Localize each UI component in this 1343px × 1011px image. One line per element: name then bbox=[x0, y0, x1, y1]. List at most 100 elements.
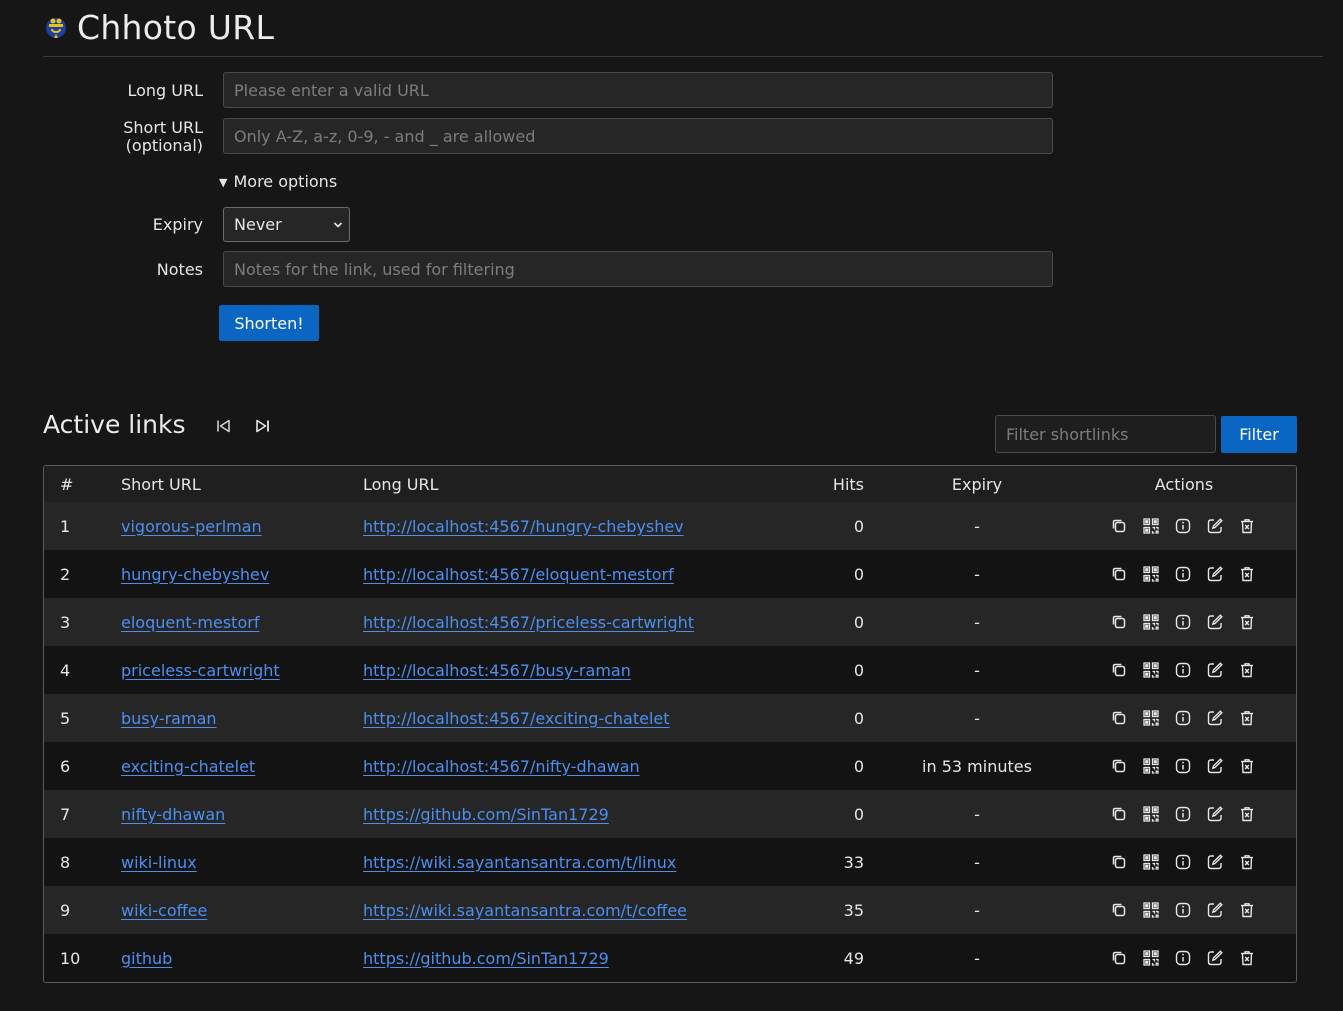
short-url-cell: priceless-cartwright bbox=[121, 646, 280, 694]
long-url-link[interactable]: https://github.com/SinTan1729 bbox=[363, 949, 609, 968]
copy-icon[interactable] bbox=[1110, 661, 1128, 679]
long-url-link[interactable]: http://localhost:4567/busy-raman bbox=[363, 661, 631, 680]
long-url-cell: http://localhost:4567/priceless-cartwrig… bbox=[363, 598, 694, 646]
short-url-cell: eloquent-mestorf bbox=[121, 598, 259, 646]
delete-icon[interactable] bbox=[1238, 709, 1256, 727]
col-header-short-url: Short URL bbox=[121, 474, 201, 494]
copy-icon[interactable] bbox=[1110, 613, 1128, 631]
filter-input[interactable] bbox=[995, 415, 1216, 453]
copy-icon[interactable] bbox=[1110, 517, 1128, 535]
edit-icon[interactable] bbox=[1206, 661, 1224, 679]
info-icon[interactable] bbox=[1174, 565, 1192, 583]
copy-icon[interactable] bbox=[1110, 805, 1128, 823]
info-icon[interactable] bbox=[1174, 709, 1192, 727]
short-url-cell: github bbox=[121, 934, 172, 982]
edit-icon[interactable] bbox=[1206, 709, 1224, 727]
short-url-link[interactable]: wiki-coffee bbox=[121, 901, 207, 920]
qr-code-icon[interactable] bbox=[1142, 901, 1160, 919]
long-url-link[interactable]: https://wiki.sayantansantra.com/t/linux bbox=[363, 853, 676, 872]
edit-icon[interactable] bbox=[1206, 613, 1224, 631]
short-url-link[interactable]: eloquent-mestorf bbox=[121, 613, 259, 632]
long-url-input[interactable] bbox=[223, 72, 1053, 108]
short-url-link[interactable]: busy-raman bbox=[121, 709, 217, 728]
edit-icon[interactable] bbox=[1206, 949, 1224, 967]
edit-icon[interactable] bbox=[1206, 901, 1224, 919]
long-url-link[interactable]: https://wiki.sayantansantra.com/t/coffee bbox=[363, 901, 687, 920]
qr-code-icon[interactable] bbox=[1142, 565, 1160, 583]
next-page-icon[interactable] bbox=[254, 417, 272, 435]
row-number: 9 bbox=[60, 900, 71, 920]
info-icon[interactable] bbox=[1174, 805, 1192, 823]
long-url-link[interactable]: http://localhost:4567/exciting-chatelet bbox=[363, 709, 670, 728]
notes-input[interactable] bbox=[223, 251, 1053, 287]
copy-icon[interactable] bbox=[1110, 565, 1128, 583]
previous-page-icon[interactable] bbox=[215, 417, 233, 435]
long-url-link[interactable]: http://localhost:4567/nifty-dhawan bbox=[363, 757, 640, 776]
delete-icon[interactable] bbox=[1238, 757, 1256, 775]
long-url-link[interactable]: http://localhost:4567/hungry-chebyshev bbox=[363, 517, 684, 536]
edit-icon[interactable] bbox=[1206, 517, 1224, 535]
edit-icon[interactable] bbox=[1206, 565, 1224, 583]
long-url-link[interactable]: https://github.com/SinTan1729 bbox=[363, 805, 609, 824]
info-icon[interactable] bbox=[1174, 901, 1192, 919]
long-url-link[interactable]: http://localhost:4567/eloquent-mestorf bbox=[363, 565, 674, 584]
copy-icon[interactable] bbox=[1110, 709, 1128, 727]
qr-code-icon[interactable] bbox=[1142, 805, 1160, 823]
info-icon[interactable] bbox=[1174, 853, 1192, 871]
long-url-cell: http://localhost:4567/nifty-dhawan bbox=[363, 742, 640, 790]
copy-icon[interactable] bbox=[1110, 757, 1128, 775]
short-url-link[interactable]: vigorous-perlman bbox=[121, 517, 262, 536]
long-url-link[interactable]: http://localhost:4567/priceless-cartwrig… bbox=[363, 613, 694, 632]
short-url-link[interactable]: nifty-dhawan bbox=[121, 805, 225, 824]
qr-code-icon[interactable] bbox=[1142, 661, 1160, 679]
info-icon[interactable] bbox=[1174, 757, 1192, 775]
short-url-cell: exciting-chatelet bbox=[121, 742, 255, 790]
table-row: 4 priceless-cartwright http://localhost:… bbox=[44, 646, 1296, 694]
short-url-link[interactable]: priceless-cartwright bbox=[121, 661, 280, 680]
filter-button[interactable]: Filter bbox=[1221, 416, 1297, 453]
hits-cell: 0 bbox=[853, 660, 864, 680]
expiry-cell: - bbox=[974, 948, 980, 968]
qr-code-icon[interactable] bbox=[1142, 613, 1160, 631]
short-url-link[interactable]: github bbox=[121, 949, 172, 968]
long-url-cell: http://localhost:4567/exciting-chatelet bbox=[363, 694, 670, 742]
qr-code-icon[interactable] bbox=[1142, 949, 1160, 967]
delete-icon[interactable] bbox=[1238, 805, 1256, 823]
short-url-cell: wiki-coffee bbox=[121, 886, 207, 934]
info-icon[interactable] bbox=[1174, 613, 1192, 631]
short-url-link[interactable]: wiki-linux bbox=[121, 853, 197, 872]
edit-icon[interactable] bbox=[1206, 853, 1224, 871]
delete-icon[interactable] bbox=[1238, 901, 1256, 919]
delete-icon[interactable] bbox=[1238, 853, 1256, 871]
long-url-cell: https://wiki.sayantansantra.com/t/linux bbox=[363, 838, 676, 886]
qr-code-icon[interactable] bbox=[1142, 853, 1160, 871]
table-row: 8 wiki-linux https://wiki.sayantansantra… bbox=[44, 838, 1296, 886]
delete-icon[interactable] bbox=[1238, 565, 1256, 583]
shorten-button[interactable]: Shorten! bbox=[219, 305, 319, 341]
actions-cell bbox=[1110, 934, 1270, 982]
more-options-toggle[interactable]: ▼ More options bbox=[219, 172, 337, 191]
info-icon[interactable] bbox=[1174, 661, 1192, 679]
qr-code-icon[interactable] bbox=[1142, 757, 1160, 775]
qr-code-icon[interactable] bbox=[1142, 517, 1160, 535]
short-url-input[interactable] bbox=[223, 118, 1053, 154]
copy-icon[interactable] bbox=[1110, 853, 1128, 871]
edit-icon[interactable] bbox=[1206, 805, 1224, 823]
actions-cell bbox=[1110, 502, 1270, 550]
info-icon[interactable] bbox=[1174, 949, 1192, 967]
delete-icon[interactable] bbox=[1238, 661, 1256, 679]
info-icon[interactable] bbox=[1174, 517, 1192, 535]
expiry-select[interactable]: Never bbox=[223, 207, 350, 242]
more-options-label: More options bbox=[233, 172, 338, 191]
qr-code-icon[interactable] bbox=[1142, 709, 1160, 727]
delete-icon[interactable] bbox=[1238, 613, 1256, 631]
chevron-down-icon bbox=[333, 222, 343, 228]
delete-icon[interactable] bbox=[1238, 517, 1256, 535]
edit-icon[interactable] bbox=[1206, 757, 1224, 775]
copy-icon[interactable] bbox=[1110, 901, 1128, 919]
short-url-link[interactable]: exciting-chatelet bbox=[121, 757, 255, 776]
col-header-num: # bbox=[60, 474, 74, 494]
delete-icon[interactable] bbox=[1238, 949, 1256, 967]
short-url-link[interactable]: hungry-chebyshev bbox=[121, 565, 269, 584]
copy-icon[interactable] bbox=[1110, 949, 1128, 967]
